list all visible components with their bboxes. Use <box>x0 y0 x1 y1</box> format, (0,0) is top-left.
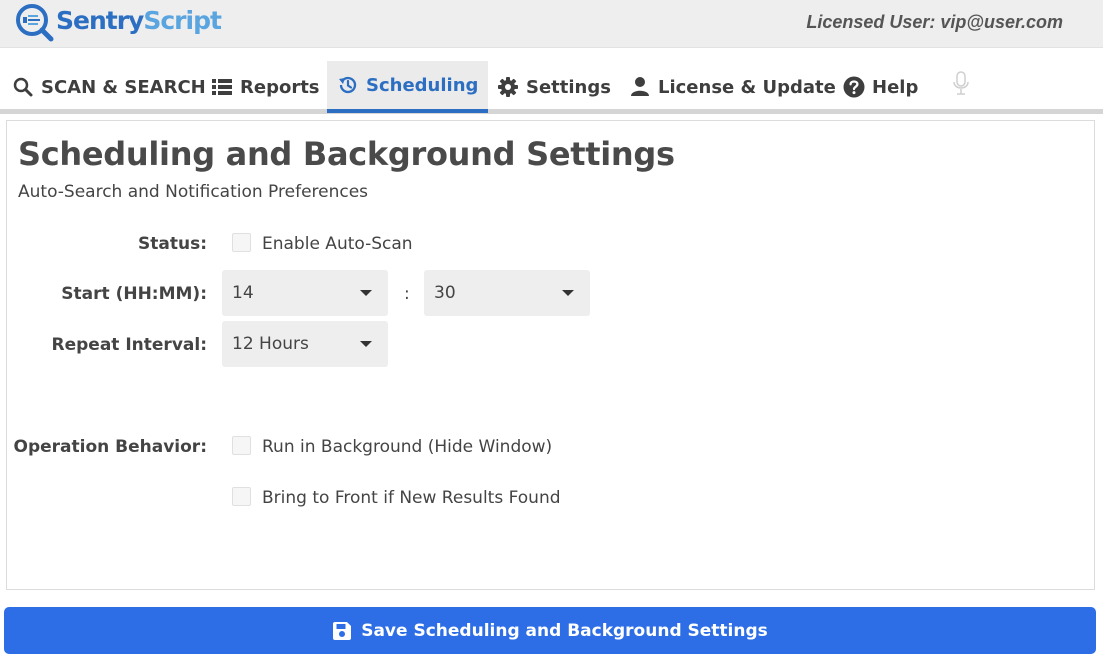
enable-auto-scan-checkbox[interactable] <box>232 233 251 252</box>
time-separator: : <box>404 284 410 304</box>
bring-front-checkbox[interactable] <box>232 487 251 506</box>
user-icon <box>631 77 649 96</box>
run-background-label: Run in Background (Hide Window) <box>262 437 553 457</box>
tab-label: License & Update <box>658 76 836 98</box>
tab-scheduling[interactable]: Scheduling <box>327 61 489 113</box>
app-header: SentryScript Licensed User: vip@user.com <box>0 0 1103 48</box>
status-label: Status: <box>138 234 207 254</box>
page-subtitle: Auto-Search and Notification Preferences <box>18 182 369 202</box>
operation-behavior-label: Operation Behavior: <box>13 437 208 457</box>
gear-icon <box>498 77 518 97</box>
tab-label: Scheduling <box>366 74 479 96</box>
chevron-down-icon <box>360 341 372 347</box>
question-circle-icon <box>843 76 865 98</box>
save-settings-button[interactable]: Save Scheduling and Background Settings <box>4 607 1096 654</box>
run-background-checkbox[interactable] <box>232 436 251 455</box>
main-nav: SCAN & SEARCH Reports Scheduling Setting… <box>0 56 1103 114</box>
logo-text: SentryScript <box>56 5 222 35</box>
start-time-label: Start (HH:MM): <box>61 284 207 304</box>
search-icon <box>13 77 33 97</box>
page-title: Scheduling and Background Settings <box>18 135 675 173</box>
tab-scan-search[interactable]: SCAN & SEARCH <box>12 61 206 113</box>
chevron-down-icon <box>360 290 372 296</box>
enable-auto-scan-label: Enable Auto-Scan <box>262 234 413 254</box>
tab-label: SCAN & SEARCH <box>41 76 206 98</box>
start-minute-select[interactable]: 30 <box>424 270 590 316</box>
tab-help[interactable]: Help <box>843 61 918 113</box>
start-hour-value: 14 <box>232 283 254 303</box>
save-button-label: Save Scheduling and Background Settings <box>361 620 768 641</box>
tab-label: Settings <box>526 76 611 98</box>
bring-front-label: Bring to Front if New Results Found <box>262 488 561 508</box>
tab-settings[interactable]: Settings <box>497 61 611 113</box>
tab-label: Reports <box>240 76 320 98</box>
start-minute-value: 30 <box>434 283 456 303</box>
floppy-disk-icon <box>333 621 352 640</box>
tab-license-update[interactable]: License & Update <box>629 61 836 113</box>
microphone-icon[interactable] <box>951 71 971 97</box>
logo-magnifier-icon <box>16 4 54 42</box>
repeat-interval-select[interactable]: 12 Hours <box>222 321 388 367</box>
repeat-interval-label: Repeat Interval: <box>51 335 207 355</box>
app-logo: SentryScript <box>14 2 222 42</box>
chevron-down-icon <box>562 290 574 296</box>
logo-text-part1: Sentry <box>56 5 144 35</box>
history-icon <box>339 76 357 94</box>
start-hour-select[interactable]: 14 <box>222 270 388 316</box>
licensed-user-text: Licensed User: vip@user.com <box>806 12 1063 32</box>
repeat-interval-value: 12 Hours <box>232 334 309 354</box>
tab-label: Help <box>872 76 919 98</box>
list-icon <box>212 79 232 95</box>
logo-text-part2: Script <box>143 5 222 35</box>
tab-reports[interactable]: Reports <box>211 61 320 113</box>
scheduling-panel: Scheduling and Background Settings Auto-… <box>6 120 1095 590</box>
